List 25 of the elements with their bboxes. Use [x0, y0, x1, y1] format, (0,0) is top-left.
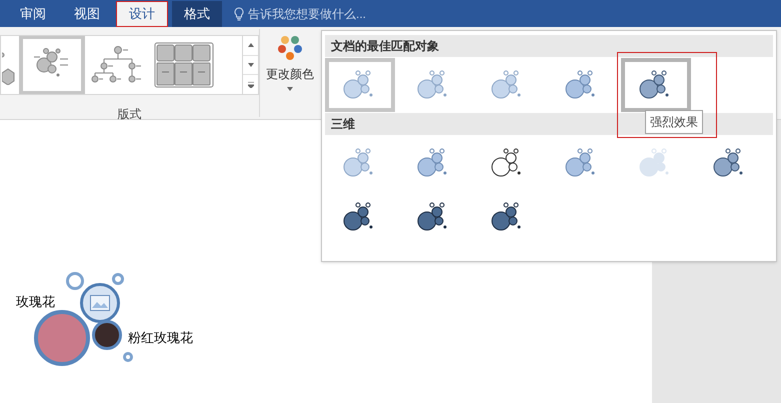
ribbon-tab[interactable]: 设计 [116, 1, 168, 27]
tooltip: 强烈效果 [645, 110, 703, 134]
small-ring [112, 273, 124, 285]
small-ring [66, 272, 84, 290]
group-label: 版式 [116, 106, 142, 123]
node-label: 粉红玫瑰花 [128, 329, 193, 347]
lightbulb-icon [234, 7, 244, 21]
caret-down-icon [287, 87, 293, 91]
photo-placeholder [92, 320, 122, 350]
change-colors-button[interactable]: 更改颜色 [260, 31, 320, 109]
layout-option[interactable] [19, 36, 85, 94]
small-ring [123, 352, 133, 362]
table-layout-icon [154, 42, 214, 88]
ribbon-tab[interactable]: 格式 [172, 1, 222, 27]
ribbon-tab[interactable]: 审阅 [8, 1, 58, 27]
picture-placeholder-bubble[interactable] [80, 283, 120, 323]
node-label: 玫瑰花 [16, 293, 55, 311]
section-header: 文档的最佳匹配对象 [325, 35, 773, 57]
caret-down-icon [248, 63, 254, 67]
ribbon-tab[interactable]: 视图 [62, 1, 112, 27]
more-icon [248, 82, 254, 88]
caret-up-icon [248, 43, 254, 48]
image-icon [90, 295, 110, 311]
color-dots-icon [277, 35, 303, 61]
tell-me-field[interactable]: 告诉我您想要做什么... [226, 1, 366, 27]
